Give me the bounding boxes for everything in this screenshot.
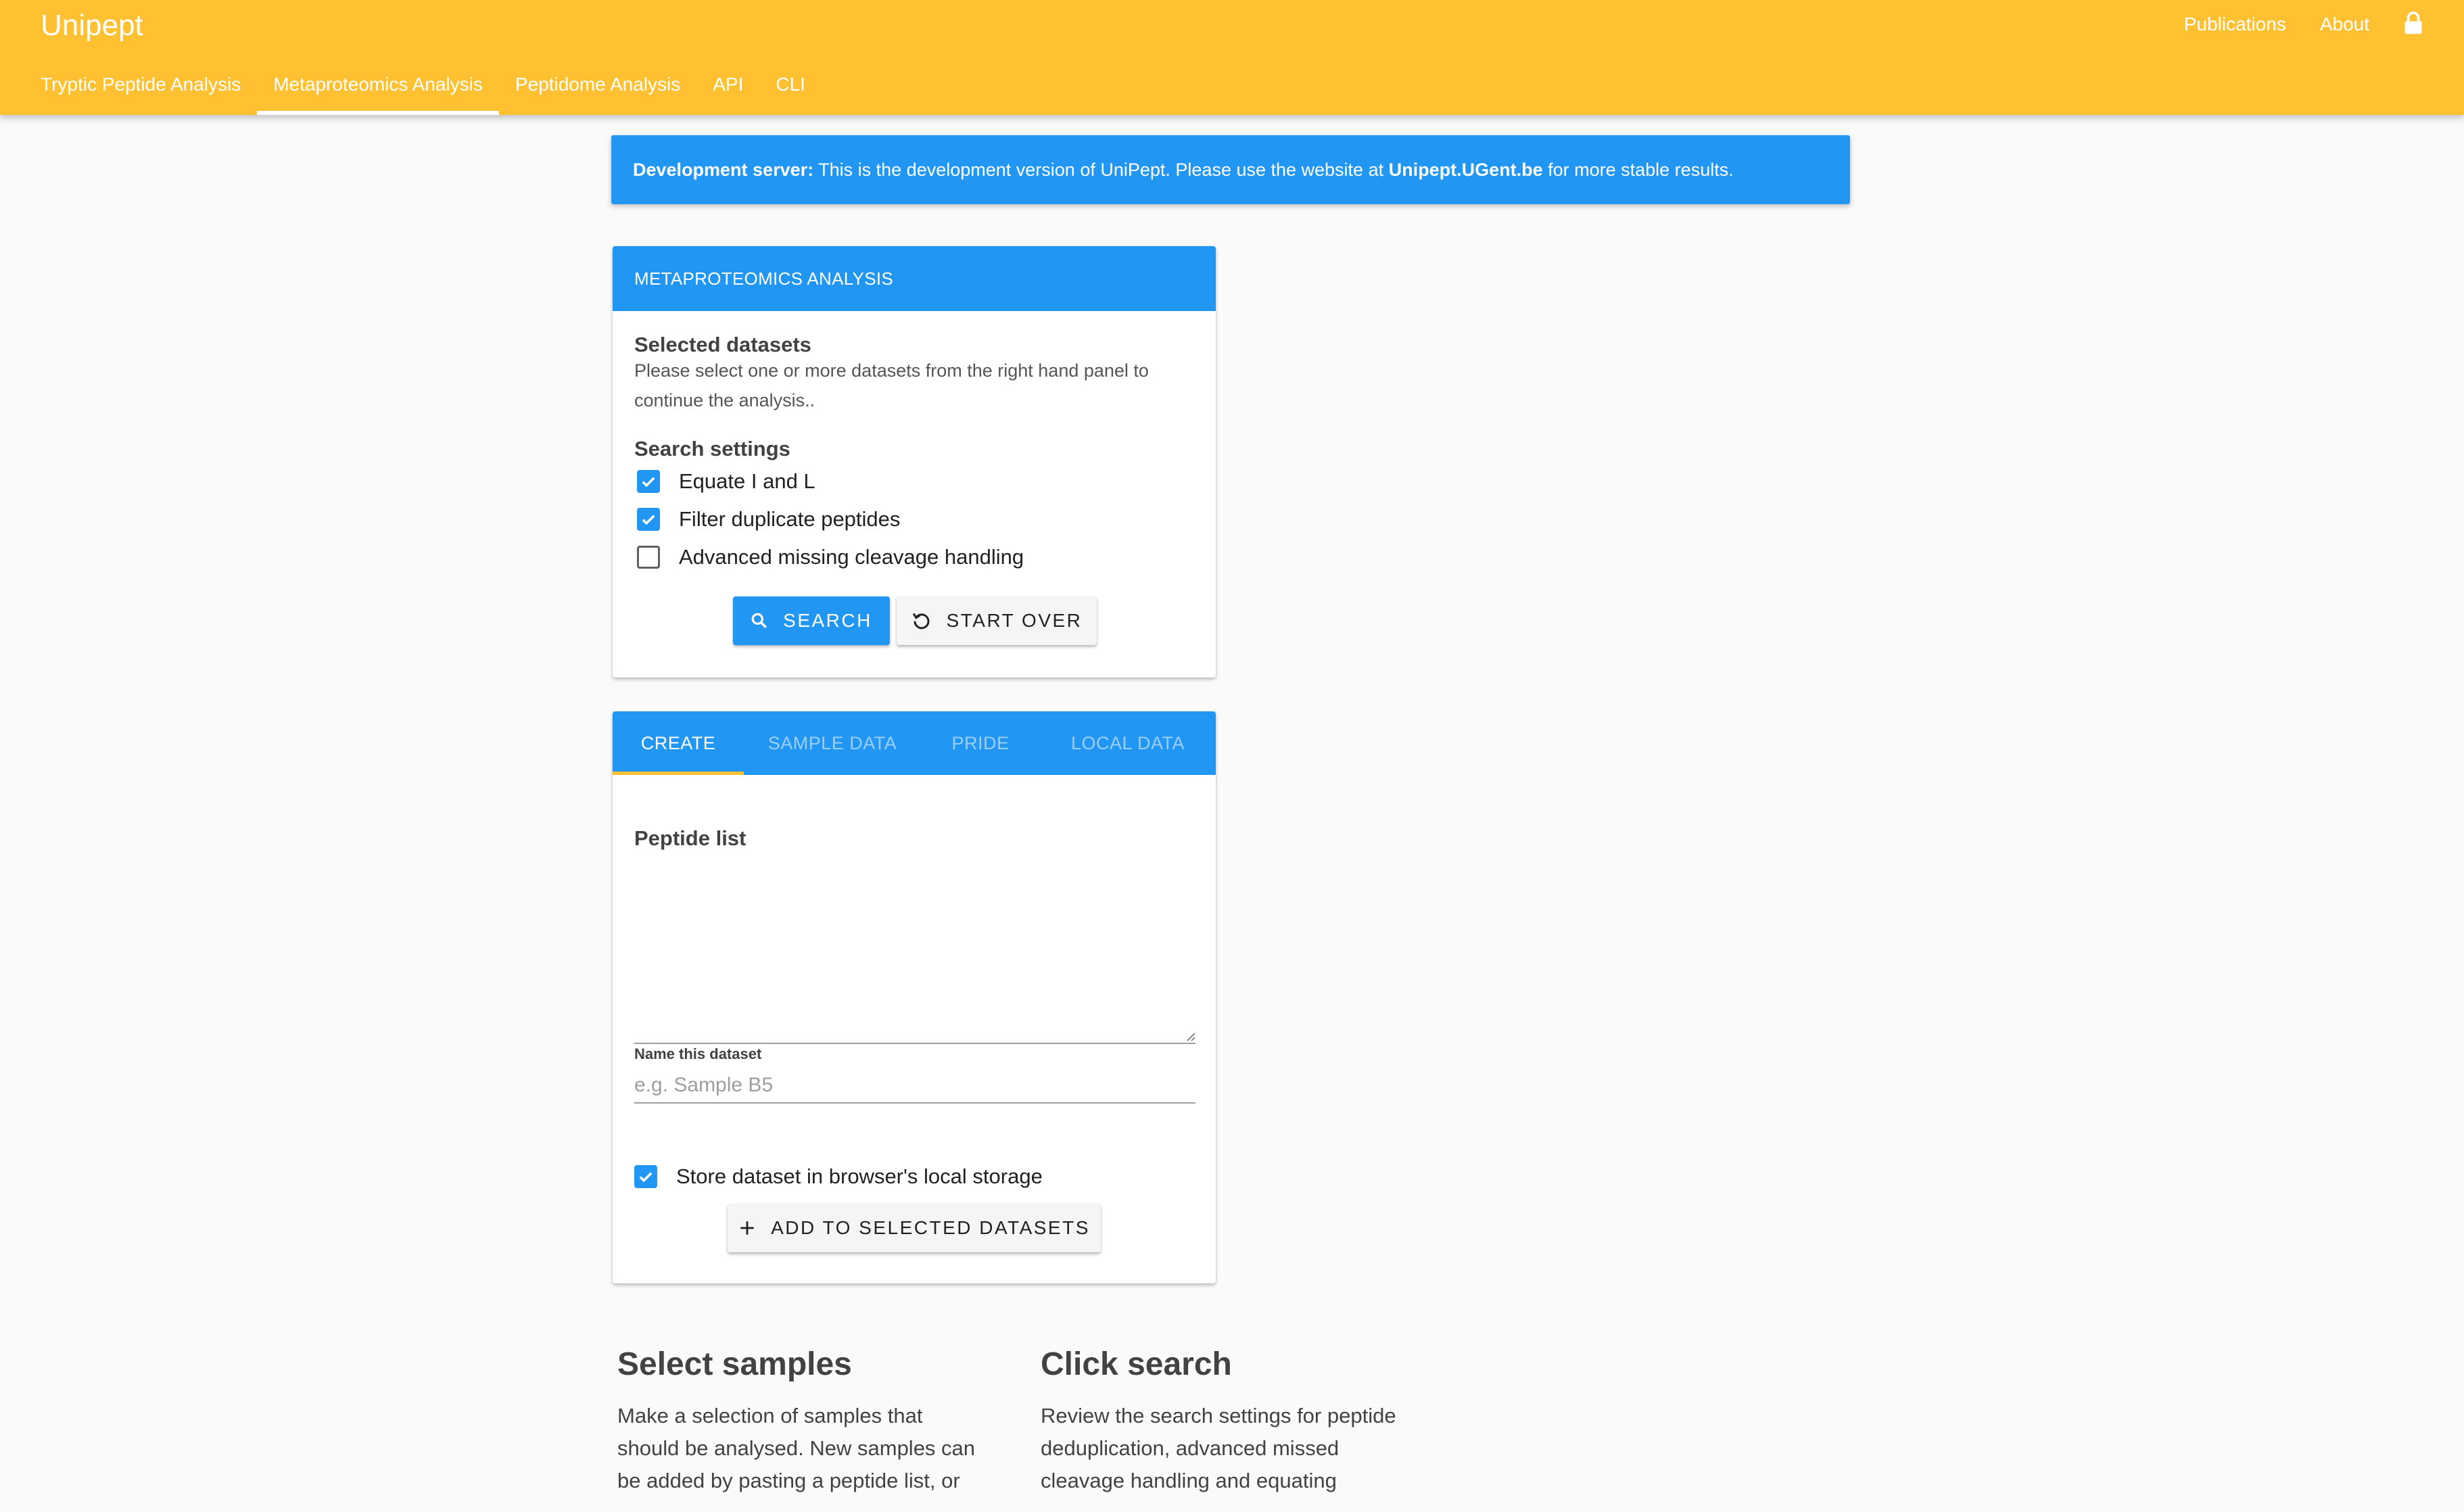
missing-cleavage-checkbox[interactable]: Advanced missing cleavage handling <box>634 538 1195 576</box>
filter-duplicates-checkbox[interactable]: Filter duplicate peptides <box>634 500 1195 538</box>
name-dataset-input[interactable] <box>634 1068 1195 1104</box>
top-links: Publications About <box>2184 11 2423 38</box>
equate-il-checkbox[interactable]: Equate I and L <box>634 463 1195 500</box>
banner-text-2: for more stable results. <box>1542 160 1734 180</box>
tab-sample-data[interactable]: Sample data <box>744 711 921 775</box>
banner-bold-label: Development server: <box>633 160 814 180</box>
app-title[interactable]: Unipept <box>41 7 143 45</box>
restart-icon <box>912 613 930 630</box>
filter-duplicates-label: Filter duplicate peptides <box>679 507 901 531</box>
selected-datasets-text: Please select one or more datasets from … <box>634 360 1149 410</box>
plus-icon <box>740 1221 754 1235</box>
tab-create[interactable]: Create <box>613 711 744 775</box>
store-local-checkbox[interactable]: Store dataset in browser's local storage <box>632 1158 1043 1196</box>
development-banner: Development server: This is the developm… <box>611 135 1850 204</box>
info-select-samples: Select samples Make a selection of sampl… <box>617 1344 982 1497</box>
peptide-list-textarea[interactable] <box>634 859 1195 1044</box>
add-button-label: Add to selected datasets <box>771 1217 1090 1238</box>
check-icon[interactable] <box>634 1165 657 1188</box>
check-icon[interactable] <box>637 470 660 493</box>
lock-icon[interactable] <box>2403 11 2423 38</box>
info-title: Click search <box>1041 1346 1232 1382</box>
search-icon <box>751 613 767 628</box>
add-to-selected-datasets-button[interactable]: Add to selected datasets <box>728 1204 1101 1252</box>
lock-icon-svg <box>2404 11 2422 34</box>
selected-datasets-section: Selected datasets Please select one or m… <box>634 333 1195 415</box>
search-settings-title: Search settings <box>634 437 790 460</box>
info-title: Select samples <box>617 1346 852 1382</box>
missing-cleavage-label: Advanced missing cleavage handling <box>679 545 1024 569</box>
card-header: Metaproteomics Analysis <box>613 246 1216 311</box>
store-local-label: Store dataset in browser's local storage <box>676 1164 1043 1188</box>
start-over-button-label: Start over <box>946 610 1083 631</box>
dataset-input-card: Create Sample data Pride Local data Pept… <box>613 711 1216 1283</box>
check-icon[interactable] <box>637 508 660 531</box>
search-settings-section: Search settings Equate I and L Filter du… <box>634 437 1195 576</box>
tab-pride[interactable]: Pride <box>921 711 1040 775</box>
selected-datasets-title: Selected datasets <box>634 333 811 356</box>
publications-link[interactable]: Publications <box>2184 11 2286 38</box>
name-dataset-label: Name this dataset <box>634 1045 762 1062</box>
info-click-search: Click search Review the search settings … <box>1041 1344 1406 1497</box>
nav-tab-metaproteomics-analysis[interactable]: Metaproteomics Analysis <box>257 68 499 115</box>
nav-tab-peptidome-analysis[interactable]: Peptidome Analysis <box>499 68 696 115</box>
peptide-list-label: Peptide list <box>634 826 747 850</box>
resize-handle-icon[interactable] <box>1185 1031 1195 1041</box>
banner-text-1: This is the development version of UniPe… <box>813 160 1389 180</box>
top-toolbar: Unipept Publications About Tryptic Pepti… <box>0 0 2464 115</box>
unchecked-box-icon[interactable] <box>637 546 660 569</box>
search-button[interactable]: Search <box>733 596 890 645</box>
banner-link[interactable]: Unipept.UGent.be <box>1389 160 1543 180</box>
dataset-source-tabs: Create Sample data Pride Local data <box>613 711 1216 775</box>
start-over-button[interactable]: Start over <box>897 596 1097 645</box>
info-text: Review the search settings for peptide d… <box>1041 1404 1396 1492</box>
metaproteomics-analysis-card: Metaproteomics Analysis Selected dataset… <box>613 246 1216 678</box>
info-text: Make a selection of samples that should … <box>617 1404 976 1492</box>
equate-il-label: Equate I and L <box>679 469 815 493</box>
nav-tab-api[interactable]: API <box>696 68 759 115</box>
nav-tab-tryptic-peptide-analysis[interactable]: Tryptic Peptide Analysis <box>24 68 257 115</box>
nav-tab-cli[interactable]: CLI <box>759 68 822 115</box>
search-button-label: Search <box>783 610 872 631</box>
about-link[interactable]: About <box>2320 11 2369 38</box>
main-nav: Tryptic Peptide Analysis Metaproteomics … <box>24 68 822 115</box>
tab-local-data[interactable]: Local data <box>1040 711 1216 775</box>
